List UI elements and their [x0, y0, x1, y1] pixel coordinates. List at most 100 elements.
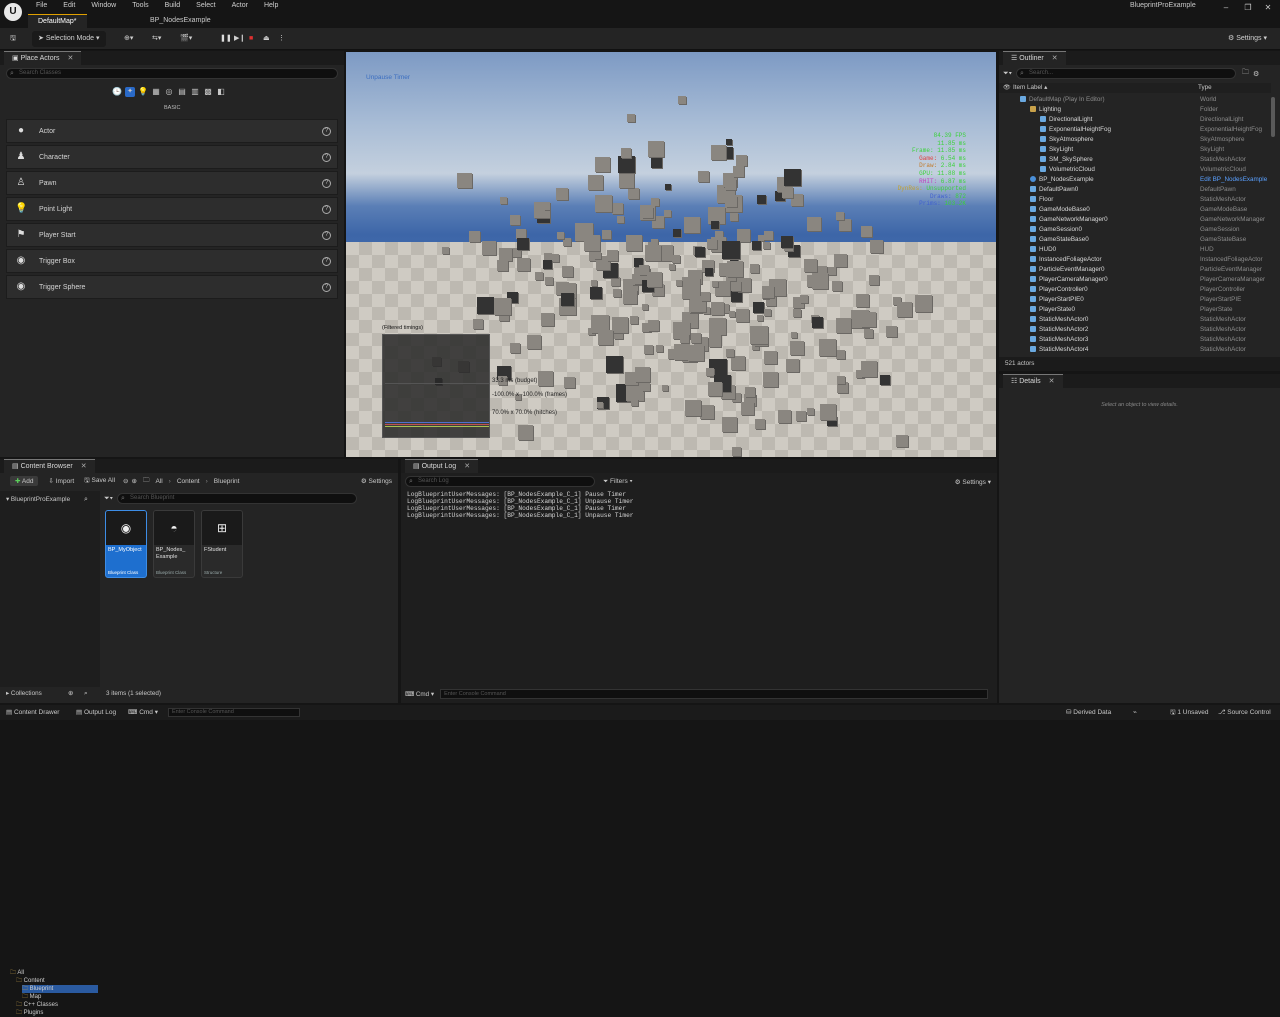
folder-all[interactable]: 🗀 All [10, 969, 24, 977]
menu-actor[interactable]: Actor [224, 0, 256, 12]
settings-button[interactable]: ⚙ Settings ▾ [1224, 31, 1271, 47]
close-tab-icon[interactable]: ✕ [81, 463, 87, 470]
outliner-row[interactable]: GameModeBase0 GameModeBase [1000, 205, 1272, 215]
stop-icon[interactable]: ■ [245, 31, 257, 47]
help-icon[interactable]: ? [322, 230, 331, 240]
asset-tile[interactable]: ◓ BP_Nodes_ Example Blueprint Class [153, 510, 195, 578]
collections-toggle[interactable]: ▸ Collections ⊕ ⌕ [0, 687, 100, 701]
close-tab-icon[interactable]: ✕ [1049, 378, 1055, 385]
outliner-row[interactable]: DefaultMap (Play In Editor) World [1000, 95, 1272, 105]
tab-details[interactable]: ☷ Details ✕ [1003, 374, 1063, 388]
import-button[interactable]: ⇩ Import [48, 477, 74, 485]
help-icon[interactable]: ? [322, 204, 331, 214]
add-content-icon[interactable]: ⊕▾ [120, 31, 137, 47]
place-actor-player-start[interactable]: ⚑ Player Start? [6, 223, 338, 247]
visual-effects-icon[interactable]: ◎ [164, 87, 174, 97]
all-classes-icon[interactable]: ▩ [203, 87, 213, 97]
outliner-row[interactable]: DirectionalLight DirectionalLight [1000, 115, 1272, 125]
breadcrumb-all[interactable]: All [155, 478, 162, 485]
visibility-column-icon[interactable]: 👁 [1003, 83, 1011, 93]
cinematics-icon[interactable]: 🎬▾ [176, 31, 196, 47]
tab-output-log[interactable]: ▤ Output Log ✕ [405, 459, 479, 473]
close-tab-icon[interactable]: ✕ [1052, 55, 1058, 62]
outliner-row[interactable]: StaticMeshActor0 StaticMeshActor [1000, 315, 1272, 325]
more-options-icon[interactable]: ⋮ [274, 31, 289, 47]
log-settings-button[interactable]: ⚙ Settings ▾ [955, 478, 991, 486]
outliner-row[interactable]: BP_NodesExample Edit BP_NodesExample [1000, 175, 1272, 185]
menu-file[interactable]: File [28, 0, 55, 12]
outliner-row[interactable]: PlayerState0 PlayerState [1000, 305, 1272, 315]
basic-category-icon[interactable]: ✦ [125, 87, 135, 97]
asset-tile[interactable]: ◉ BP_MyObject Blueprint Class [105, 510, 147, 578]
menu-edit[interactable]: Edit [55, 0, 83, 12]
place-actor-actor[interactable]: ● Actor? [6, 119, 338, 143]
folder-content[interactable]: 🗀 Content [16, 977, 45, 985]
unsaved-button[interactable]: 🖫 1 Unsaved [1170, 707, 1208, 718]
item-label-column[interactable]: Item Label ▴ [1013, 83, 1047, 93]
outliner-row[interactable]: VolumetricCloud VolumetricCloud [1000, 165, 1272, 175]
tab-outliner[interactable]: ☰ Outliner ✕ [1003, 51, 1066, 65]
filter-icon[interactable]: ⏷▾ [104, 495, 113, 503]
asset-tile[interactable]: ⊞ FStudent Structure [201, 510, 243, 578]
place-actor-point-light[interactable]: 💡 Point Light? [6, 197, 338, 221]
cmd-dropdown[interactable]: ⌨ Cmd ▾ [405, 691, 434, 698]
status-console-input[interactable]: Enter Console Command [168, 708, 300, 717]
outliner-row[interactable]: SkyLight SkyLight [1000, 145, 1272, 155]
history-back-icon[interactable]: ⊖ [123, 477, 128, 485]
filters-dropdown[interactable]: ⏷ Filters ▾ [603, 478, 633, 486]
breadcrumb-content[interactable]: Content [177, 478, 200, 485]
tab-content-browser[interactable]: ▤ Content Browser ✕ [4, 459, 95, 473]
shapes-icon[interactable]: ◧ [216, 87, 226, 97]
close-tab-icon[interactable]: ✕ [67, 55, 73, 62]
cmd-button[interactable]: ⌨ Cmd ▾ [128, 707, 158, 718]
save-icon[interactable]: 🖫 [6, 31, 20, 47]
eject-icon[interactable]: ⏏ [259, 31, 274, 47]
outliner-row[interactable]: DefaultPawn0 DefaultPawn [1000, 185, 1272, 195]
outliner-row[interactable]: InstancedFoliageActor InstancedFoliageAct… [1000, 255, 1272, 265]
sources-search-icon[interactable]: ⌕ [84, 496, 88, 504]
history-forward-icon[interactable]: ⊕ [131, 477, 136, 485]
recent-icon[interactable]: 🕒 [112, 87, 122, 97]
content-settings-button[interactable]: ⚙ Settings [361, 477, 392, 485]
place-actor-trigger-sphere[interactable]: ◉ Trigger Sphere? [6, 275, 338, 299]
minimize-icon[interactable]: – [1216, 2, 1236, 14]
cinematic-icon[interactable]: ▦ [151, 87, 161, 97]
menu-help[interactable]: Help [256, 0, 286, 12]
outliner-row[interactable]: GameSession0 GameSession [1000, 225, 1272, 235]
outliner-row[interactable]: HUD0 HUD [1000, 245, 1272, 255]
selection-mode-dropdown[interactable]: ➤ Selection Mode ▾ [32, 31, 106, 47]
place-actor-pawn[interactable]: ♙ Pawn? [6, 171, 338, 195]
close-tab-icon[interactable]: ✕ [464, 463, 470, 470]
outliner-row[interactable]: PlayerController0 PlayerController [1000, 285, 1272, 295]
outliner-settings-icon[interactable]: ⚙ [1253, 70, 1259, 78]
outliner-row[interactable]: SkyAtmosphere SkyAtmosphere [1000, 135, 1272, 145]
log-search-input[interactable]: Search Log [405, 476, 595, 487]
menu-window[interactable]: Window [83, 0, 124, 12]
source-control-button[interactable]: ⎇ Source Control [1218, 707, 1271, 718]
outliner-row[interactable]: PlayerCameraManager0 PlayerCameraManager [1000, 275, 1272, 285]
console-input[interactable]: Enter Console Command [440, 689, 989, 699]
outliner-row[interactable]: StaticMeshActor4 StaticMeshActor [1000, 345, 1272, 355]
folder-plugins[interactable]: 🗀 Plugins [16, 1009, 43, 1017]
folder-map[interactable]: 🗀 Map [22, 993, 41, 1001]
outliner-row[interactable]: GameNetworkManager0 GameNetworkManager [1000, 215, 1272, 225]
help-icon[interactable]: ? [322, 126, 331, 136]
close-window-icon[interactable]: ✕ [1258, 2, 1278, 14]
collections-search-icon[interactable]: ⌕ [84, 687, 88, 701]
folder-c-classes[interactable]: 🗀 C++ Classes [16, 1001, 58, 1009]
menu-build[interactable]: Build [157, 0, 189, 12]
outliner-search-input[interactable]: Search... [1016, 68, 1237, 79]
breadcrumb-blueprint[interactable]: Blueprint [214, 478, 240, 485]
menu-tools[interactable]: Tools [124, 0, 156, 12]
output-log-button[interactable]: ▤ Output Log [76, 707, 116, 718]
lights-icon[interactable]: 💡 [138, 87, 148, 97]
help-icon[interactable]: ? [322, 178, 331, 188]
outliner-row[interactable]: ExponentialHeightFog ExponentialHeightFog [1000, 125, 1272, 135]
outliner-row[interactable]: Lighting Folder [1000, 105, 1272, 115]
outliner-row[interactable]: PlayerStartPIE0 PlayerStartPIE [1000, 295, 1272, 305]
volumes-icon[interactable]: ▥ [190, 87, 200, 97]
place-actor-trigger-box[interactable]: ◉ Trigger Box? [6, 249, 338, 273]
add-button[interactable]: ✚ Add [10, 476, 39, 486]
search-classes-input[interactable]: Search Classes [6, 68, 338, 79]
outliner-row[interactable]: Floor StaticMeshActor [1000, 195, 1272, 205]
